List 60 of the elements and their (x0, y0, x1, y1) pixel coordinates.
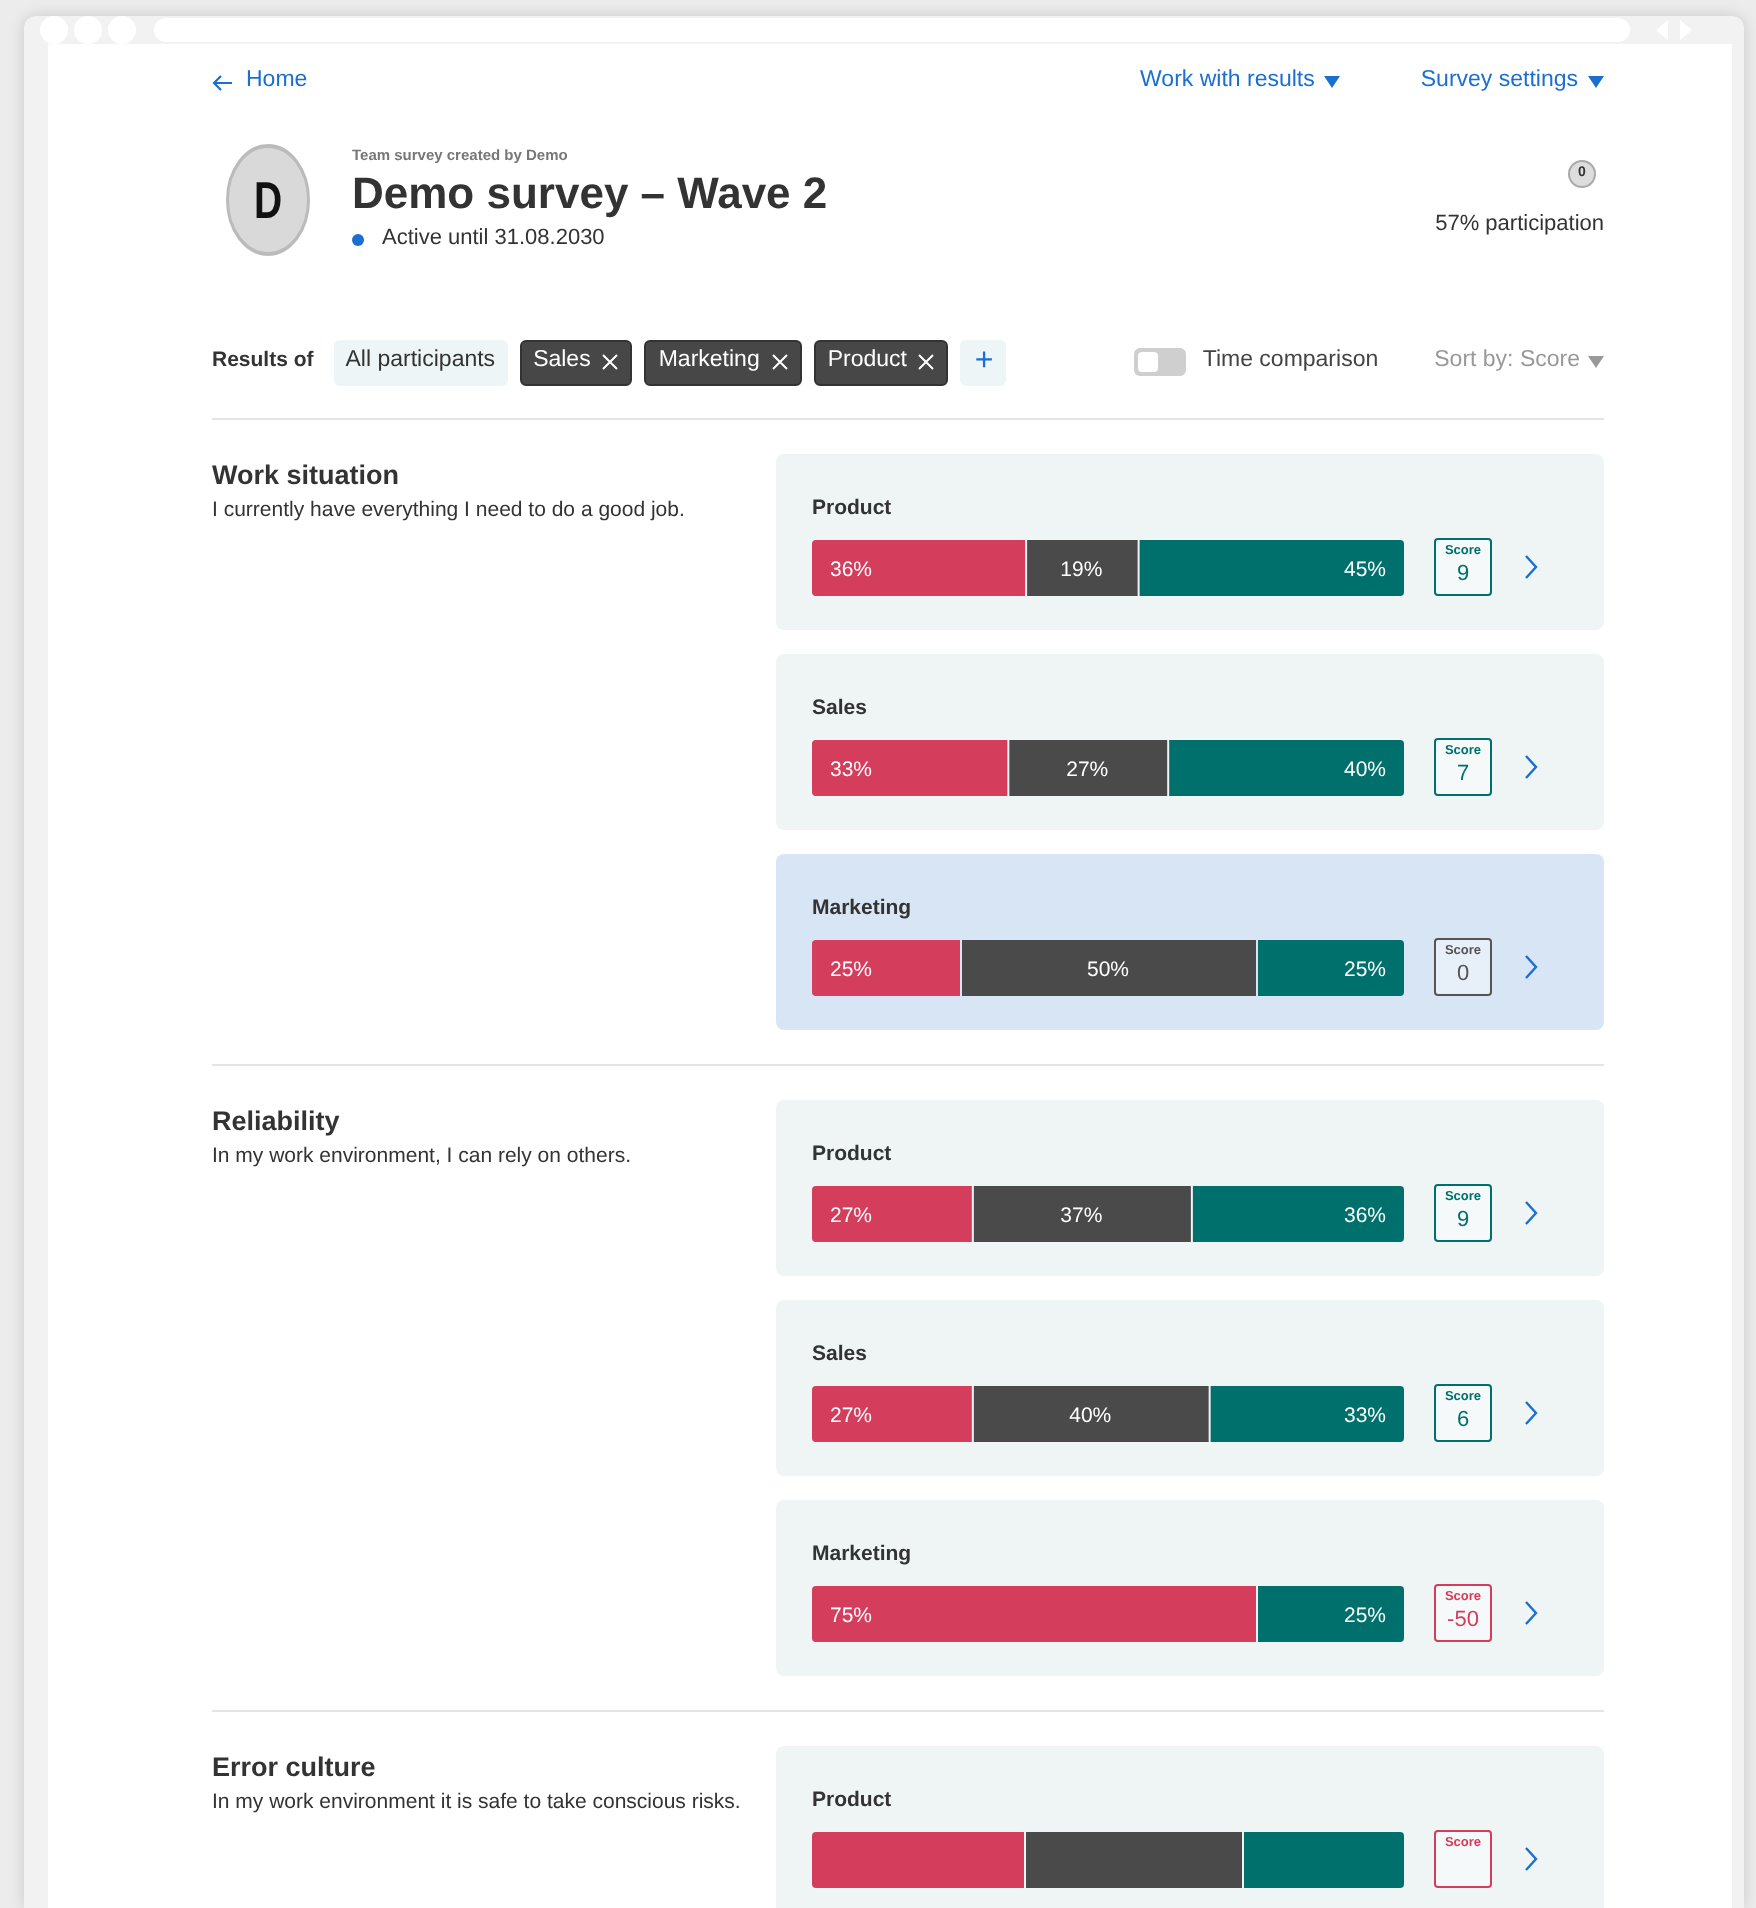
filter-chip[interactable]: All participants (333, 339, 508, 385)
avatar: D (226, 144, 310, 256)
data-label: 40% (1343, 757, 1386, 781)
group-name: Product (812, 1140, 894, 1168)
data-label: 40% (1069, 1403, 1112, 1427)
back-link[interactable]: Home (212, 64, 308, 100)
chevron-right-icon[interactable] (1524, 954, 1538, 980)
chevron-right-icon[interactable] (1524, 754, 1538, 780)
chevron-right-icon[interactable] (1524, 1846, 1538, 1872)
menu-dropdown[interactable]: Survey settings (1420, 64, 1604, 100)
close-icon (602, 354, 619, 370)
time-comparison-label: Time comparison (1202, 346, 1379, 377)
data-label: 36% (1343, 1203, 1386, 1227)
menu-dropdown[interactable]: Work with results (1140, 64, 1341, 100)
data-label: 27% (1066, 757, 1109, 781)
chevron-right-icon[interactable] (1524, 1400, 1538, 1426)
group-name: Marketing (812, 894, 914, 922)
data-label: 33% (1343, 1403, 1386, 1427)
section-description: In my work environment it is safe to take conscious risks. (212, 1788, 743, 1818)
filter-chip[interactable]: Marketing (644, 339, 802, 385)
close-icon (771, 354, 788, 370)
caret-icon (1588, 356, 1604, 368)
data-label: 27% (830, 1403, 873, 1427)
close-icon (918, 354, 935, 370)
nav-arrows-icon (1652, 18, 1696, 42)
data-label: 45% (1343, 557, 1386, 581)
caret-icon (1324, 76, 1341, 88)
data-label: 33% (830, 757, 873, 781)
data-label: 75% (830, 1603, 873, 1627)
participation-text: 57% participation (1435, 209, 1604, 240)
group-name: Sales (812, 1340, 869, 1368)
section-title: Work situation (212, 458, 402, 494)
data-label: 25% (1343, 1603, 1386, 1627)
time-comparison-toggle[interactable] (1134, 348, 1187, 376)
status-text: Active until 31.08.2030 (382, 224, 605, 255)
group-name: Product (812, 1786, 894, 1814)
data-label: 27% (830, 1203, 873, 1227)
chevron-right-icon[interactable] (1524, 1200, 1538, 1226)
filter-chip[interactable]: Sales (519, 339, 633, 385)
back-arrow-icon (212, 73, 234, 91)
data-label: 19% (1060, 557, 1103, 581)
caret-icon (1588, 76, 1604, 88)
data-label: 37% (1060, 1203, 1103, 1227)
section-title: Reliability (212, 1104, 342, 1140)
group-name: Sales (812, 694, 869, 722)
data-label: 25% (830, 957, 873, 981)
add-filter-button[interactable]: + (960, 339, 1007, 385)
group-name: Product (812, 494, 894, 522)
section-title: Error culture (212, 1750, 378, 1786)
data-label: 36% (830, 557, 873, 581)
results-of-label: Results of (212, 346, 314, 377)
survey-title: Demo survey – Wave 2 (352, 166, 828, 223)
chevron-right-icon[interactable] (1524, 554, 1538, 580)
filter-chip[interactable]: Product (813, 339, 949, 385)
section-description: In my work environment, I can rely on others. (212, 1142, 634, 1172)
chevron-right-icon[interactable] (1524, 1600, 1538, 1626)
section-description: I currently have everything I need to do a good job. (212, 496, 687, 526)
data-label: 50% (1087, 957, 1129, 981)
data-label: 25% (1343, 957, 1386, 981)
group-name: Marketing (812, 1540, 914, 1568)
